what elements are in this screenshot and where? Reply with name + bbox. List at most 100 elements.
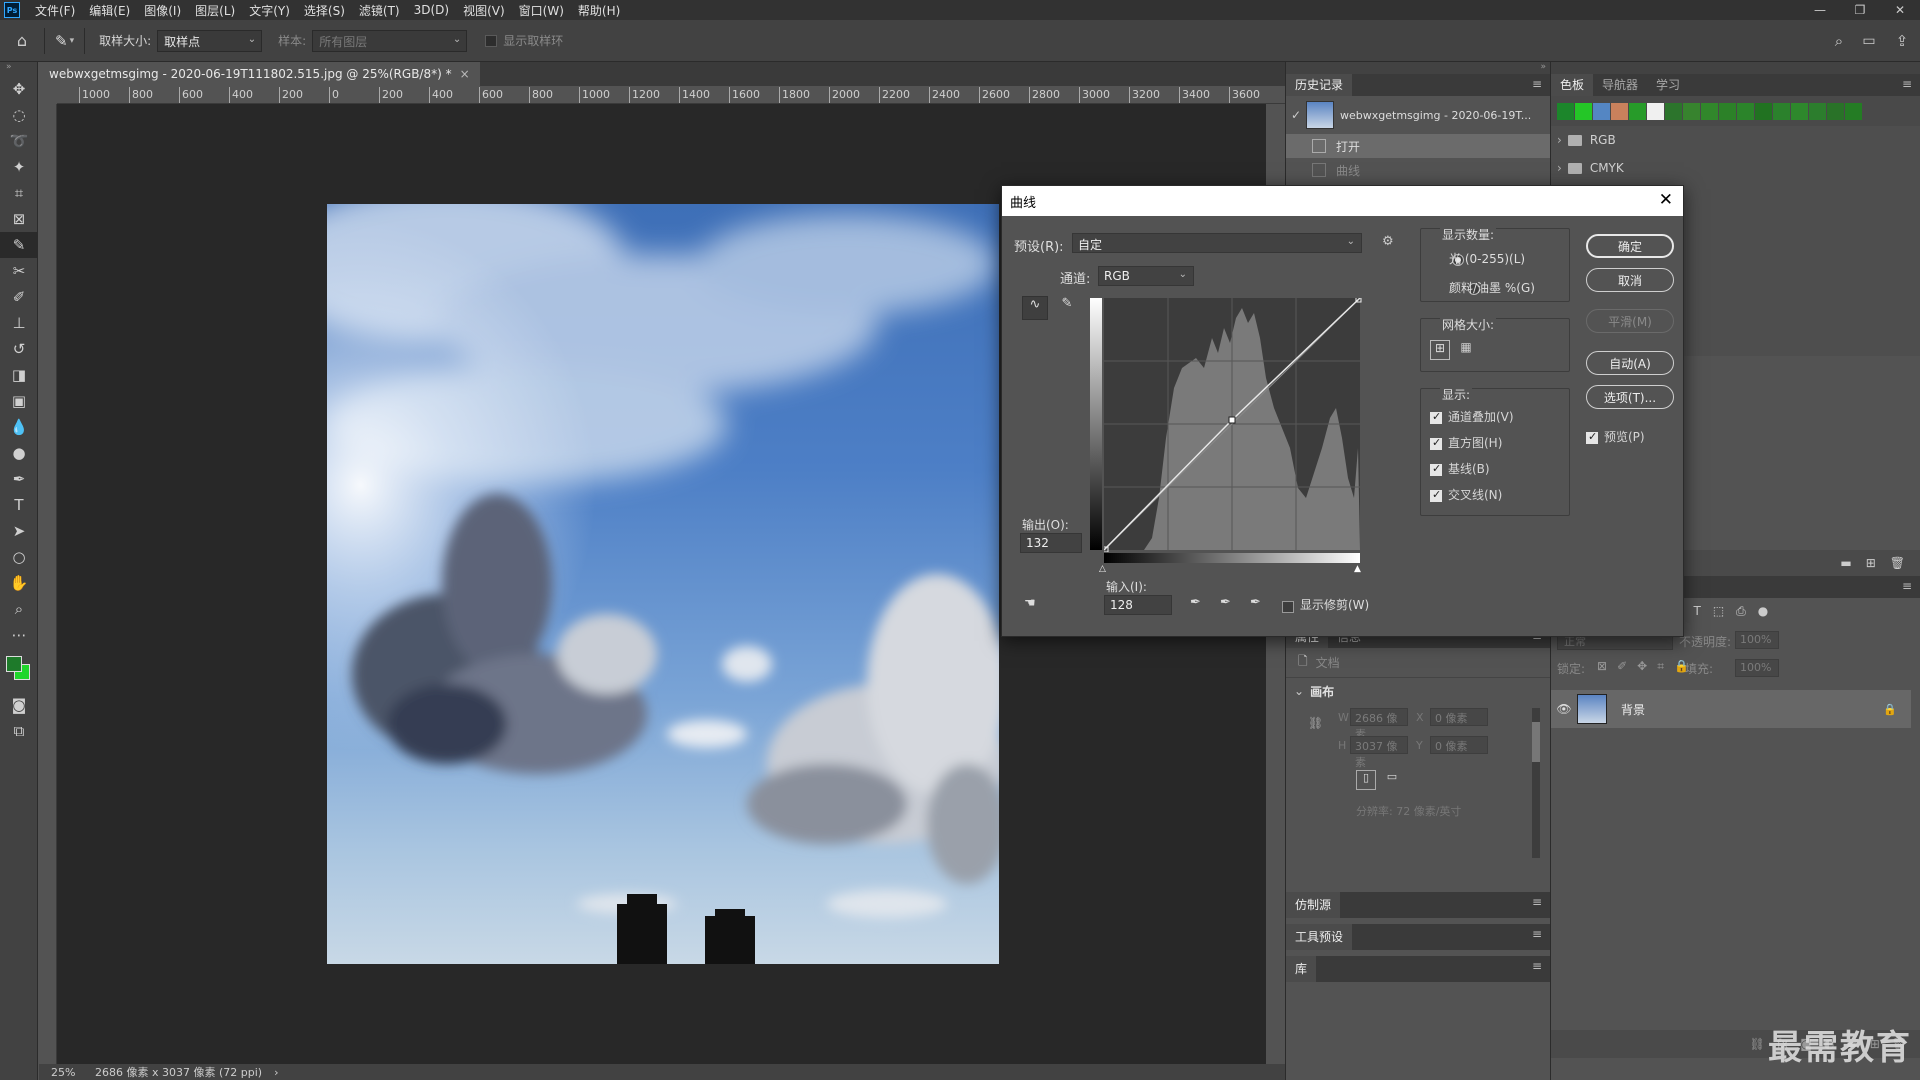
tool-presets-panel[interactable]: 工具预设 ≡ <box>1286 924 1550 950</box>
healing-brush-tool-icon[interactable]: ✂ <box>0 258 38 284</box>
width-field[interactable]: 2686 像素 <box>1350 708 1408 741</box>
clone-stamp-tool-icon[interactable]: ⊥ <box>0 310 38 336</box>
close-icon[interactable]: ✕ <box>1659 190 1673 210</box>
panel-menu-icon[interactable]: ≡ <box>1902 579 1912 593</box>
show-intersection-option[interactable]: 交叉线(N) <box>1430 486 1502 503</box>
new-swatch-icon[interactable]: ⊞ <box>1866 556 1876 570</box>
more-tools-icon[interactable]: ⋯ <box>0 622 38 648</box>
zoom-tool-icon[interactable]: ⌕ <box>0 596 38 622</box>
sky-photo[interactable] <box>327 204 999 964</box>
show-channel-overlay-option[interactable]: 通道叠加(V) <box>1430 408 1514 425</box>
gray-eyedropper-icon[interactable]: ✒ <box>1220 595 1231 610</box>
eraser-tool-icon[interactable]: ◨ <box>0 362 38 388</box>
filter-shape-icon[interactable]: ⬚ <box>1713 604 1724 619</box>
foreground-color-swatch[interactable] <box>6 656 22 672</box>
canvas-section-header[interactable]: ⌄ 画布 <box>1286 678 1550 704</box>
ok-button[interactable]: 确定 <box>1586 234 1674 258</box>
menu-view[interactable]: 视图(V) <box>456 2 512 19</box>
histogram-checkbox[interactable] <box>1430 436 1442 450</box>
menu-edit[interactable]: 编辑(E) <box>82 2 137 19</box>
close-window-button[interactable]: ✕ <box>1880 0 1920 20</box>
menu-help[interactable]: 帮助(H) <box>571 2 627 19</box>
link-icon[interactable]: ⛓ <box>1308 716 1323 730</box>
home-icon[interactable]: ⌂ <box>0 31 44 50</box>
white-eyedropper-icon[interactable]: ✒ <box>1250 595 1261 610</box>
clone-source-panel[interactable]: 仿制源 ≡ <box>1286 892 1550 918</box>
cancel-button[interactable]: 取消 <box>1586 268 1674 292</box>
layer-row-background[interactable]: 👁 背景 🔒 <box>1551 690 1911 728</box>
tab-learn[interactable]: 学习 <box>1647 74 1689 96</box>
menu-file[interactable]: 文件(F) <box>28 2 82 19</box>
pen-tool-icon[interactable]: ✒ <box>0 466 38 492</box>
screen-mode-icon[interactable]: ⧉ <box>0 718 38 744</box>
grid-4x4-icon[interactable]: ⊞ <box>1430 340 1450 360</box>
landscape-orientation-icon[interactable]: ▭ <box>1382 770 1402 790</box>
collapse-arrows-icon[interactable]: » <box>0 62 37 76</box>
hand-tool-icon[interactable]: ✋ <box>0 570 38 596</box>
menu-window[interactable]: 窗口(W) <box>512 2 571 19</box>
trash-icon[interactable]: 🗑 <box>1890 556 1905 570</box>
close-tab-icon[interactable]: × <box>460 67 470 81</box>
curves-graph[interactable] <box>1104 298 1364 552</box>
show-histogram-option[interactable]: 直方图(H) <box>1430 434 1502 451</box>
eyedropper-tool-preset-icon[interactable]: ✎ <box>55 32 68 50</box>
history-snapshot[interactable]: ✓ webwxgetmsgimg - 2020-06-19T... <box>1286 96 1550 134</box>
output-field[interactable]: 132 <box>1020 533 1082 553</box>
x-field[interactable]: 0 像素 <box>1430 708 1488 726</box>
link-layers-icon[interactable]: ⛓ <box>1750 1037 1765 1051</box>
on-image-adjust-hand-icon[interactable]: ☚ <box>1024 596 1036 611</box>
height-field[interactable]: 3037 像素 <box>1350 736 1408 769</box>
channel-overlay-checkbox[interactable] <box>1430 410 1442 424</box>
type-tool-icon[interactable]: T <box>0 492 38 518</box>
quick-mask-icon[interactable]: ◙ <box>0 692 38 718</box>
eye-icon[interactable]: 👁 <box>1551 702 1577 716</box>
menu-select[interactable]: 选择(S) <box>297 2 352 19</box>
marquee-tool-icon[interactable]: ◌ <box>0 102 38 128</box>
grid-10x10-icon[interactable]: ▦ <box>1456 340 1476 360</box>
tab-libraries[interactable]: 库 <box>1286 956 1317 982</box>
fill-field[interactable]: 100% <box>1735 659 1779 677</box>
history-brush-source-icon[interactable]: ✓ <box>1286 108 1306 122</box>
show-ring-checkbox[interactable] <box>485 34 498 47</box>
minimize-button[interactable]: — <box>1800 0 1840 20</box>
status-menu-arrow-icon[interactable]: › <box>274 1066 278 1079</box>
dodge-tool-icon[interactable]: ● <box>0 440 38 466</box>
baseline-checkbox[interactable] <box>1430 462 1442 476</box>
collapse-dock-icon[interactable]: » <box>1286 62 1550 74</box>
panel-menu-icon[interactable]: ≡ <box>1532 927 1542 941</box>
input-field[interactable]: 128 <box>1104 595 1172 615</box>
curve-point-mode-icon[interactable]: ∿ <box>1022 296 1048 320</box>
panel-menu-icon[interactable]: ≡ <box>1902 77 1912 91</box>
menu-3d[interactable]: 3D(D) <box>407 3 456 17</box>
tab-history[interactable]: 历史记录 <box>1286 74 1353 96</box>
lock-transparent-icon[interactable]: ⊠ <box>1597 659 1607 674</box>
tab-swatches[interactable]: 色板 <box>1551 74 1594 96</box>
share-icon[interactable]: ⇪ <box>1884 32 1920 50</box>
history-item[interactable]: 打开 <box>1286 134 1550 158</box>
magic-wand-tool-icon[interactable]: ✦ <box>0 154 38 180</box>
restore-button[interactable]: ❐ <box>1840 0 1880 20</box>
tool-preset-chevron-icon[interactable]: ▾ <box>70 36 75 46</box>
y-field[interactable]: 0 像素 <box>1430 736 1488 754</box>
eyedropper-tool-icon[interactable]: ✎ <box>0 232 38 258</box>
opacity-field[interactable]: 100% <box>1735 631 1779 649</box>
filter-toggle-icon[interactable]: ● <box>1758 604 1768 619</box>
search-icon[interactable]: ⌕ <box>1824 32 1854 50</box>
filter-smart-icon[interactable]: ⎙ <box>1736 604 1746 619</box>
sample-select[interactable]: 所有图层 ⌄ <box>312 29 468 52</box>
lasso-tool-icon[interactable]: ➰ <box>0 128 38 154</box>
lock-position-icon[interactable]: ✥ <box>1637 659 1647 674</box>
workspace-icon[interactable]: ▭ <box>1854 33 1884 49</box>
black-point-slider-icon[interactable]: △ <box>1099 564 1106 574</box>
smooth-button[interactable]: 平滑(M) <box>1586 309 1674 333</box>
show-baseline-option[interactable]: 基线(B) <box>1430 460 1490 477</box>
menu-image[interactable]: 图像(I) <box>137 2 188 19</box>
move-tool-icon[interactable]: ✥ <box>0 76 38 102</box>
channel-select[interactable]: RGB ⌄ <box>1098 266 1194 286</box>
panel-menu-icon[interactable]: ≡ <box>1532 895 1542 909</box>
auto-button[interactable]: 自动(A) <box>1586 351 1674 375</box>
crop-tool-icon[interactable]: ⌗ <box>0 180 38 206</box>
menu-layer[interactable]: 图层(L) <box>188 2 242 19</box>
lock-pixels-icon[interactable]: ✐ <box>1617 659 1627 674</box>
blur-tool-icon[interactable]: 💧 <box>0 414 38 440</box>
